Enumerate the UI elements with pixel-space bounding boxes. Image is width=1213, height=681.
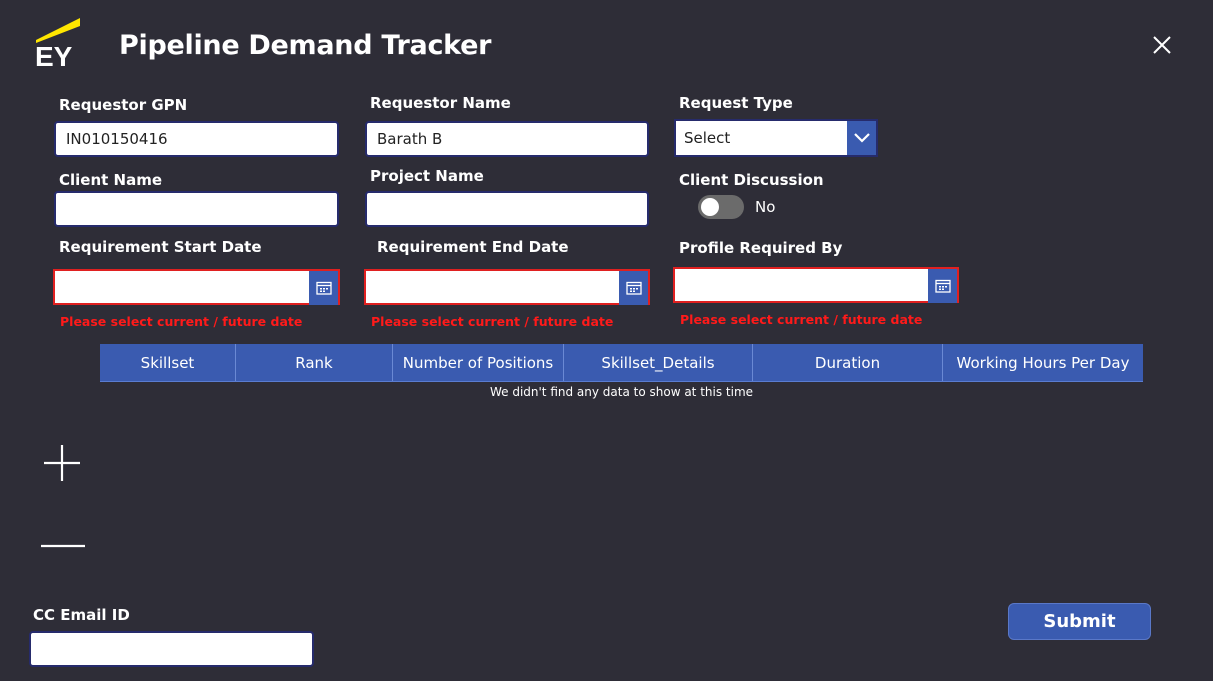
req-end-date-label: Requirement End Date	[377, 238, 569, 256]
profile-required-by-input[interactable]	[673, 267, 959, 303]
requestor-name-input[interactable]: Barath B	[365, 121, 649, 157]
client-discussion-toggle[interactable]	[698, 195, 744, 219]
client-name-input[interactable]	[54, 191, 339, 227]
requestor-name-label: Requestor Name	[370, 94, 511, 112]
cc-email-label: CC Email ID	[33, 606, 130, 624]
req-end-date-error: Please select current / future date	[371, 314, 614, 329]
req-start-date-error: Please select current / future date	[60, 314, 303, 329]
plus-icon[interactable]	[42, 443, 82, 483]
toggle-knob	[701, 198, 719, 216]
profile-required-by-error: Please select current / future date	[680, 312, 923, 327]
column-header-number-of-positions[interactable]: Number of Positions	[393, 344, 564, 381]
project-name-label: Project Name	[370, 167, 484, 185]
request-type-value: Select	[684, 129, 731, 147]
client-discussion-state: No	[755, 198, 776, 216]
project-name-input[interactable]	[365, 191, 649, 227]
request-type-label: Request Type	[679, 94, 793, 112]
calendar-icon[interactable]	[619, 271, 648, 305]
ey-logo: EY	[34, 18, 84, 72]
grid-empty-message: We didn't find any data to show at this …	[489, 385, 754, 399]
req-end-date-input[interactable]	[364, 269, 650, 305]
calendar-icon[interactable]	[928, 269, 957, 303]
column-header-duration[interactable]: Duration	[753, 344, 943, 381]
cc-email-input[interactable]	[29, 631, 314, 667]
column-header-skillset-details[interactable]: Skillset_Details	[564, 344, 753, 381]
close-icon[interactable]	[1150, 33, 1174, 57]
column-header-skillset[interactable]: Skillset	[100, 344, 236, 381]
requestor-gpn-input[interactable]: IN010150416	[54, 121, 339, 157]
chevron-down-icon[interactable]	[847, 121, 876, 155]
skills-grid-header: Skillset Rank Number of Positions Skills…	[100, 344, 1143, 382]
column-header-working-hours[interactable]: Working Hours Per Day	[943, 344, 1143, 381]
submit-button[interactable]: Submit	[1008, 603, 1151, 640]
page-title: Pipeline Demand Tracker	[119, 30, 492, 61]
request-type-dropdown[interactable]: Select	[674, 119, 878, 157]
client-discussion-label: Client Discussion	[679, 171, 824, 189]
column-header-rank[interactable]: Rank	[236, 344, 393, 381]
ey-logo-text: EY	[35, 41, 73, 68]
calendar-icon[interactable]	[309, 271, 338, 305]
client-name-label: Client Name	[59, 171, 163, 189]
req-start-date-input[interactable]	[53, 269, 340, 305]
profile-required-by-label: Profile Required By	[679, 239, 843, 257]
minus-icon[interactable]	[40, 536, 86, 556]
req-start-date-label: Requirement Start Date	[59, 238, 262, 256]
requestor-gpn-label: Requestor GPN	[59, 96, 188, 114]
